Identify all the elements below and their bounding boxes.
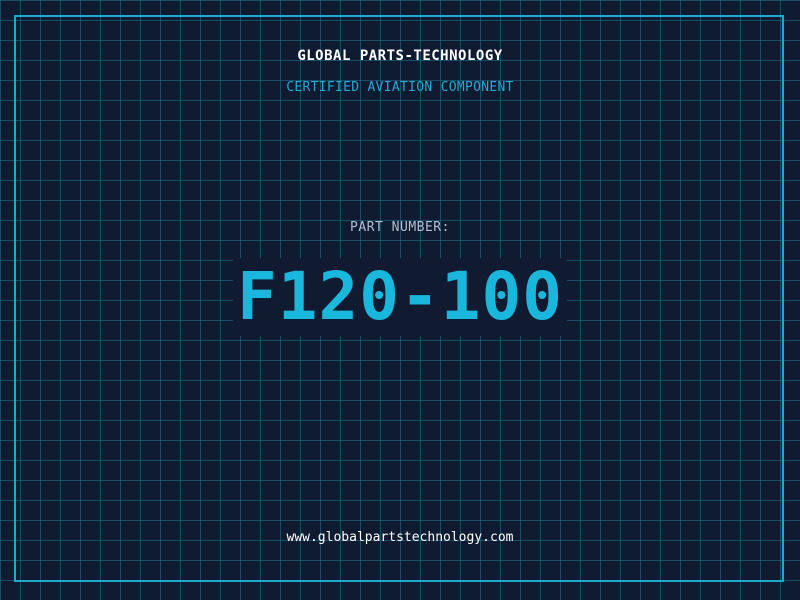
company-name: GLOBAL PARTS-TECHNOLOGY xyxy=(297,48,503,64)
certification-tagline: CERTIFIED AVIATION COMPONENT xyxy=(286,80,514,95)
part-number-value: F120-100 xyxy=(233,258,567,336)
part-number-label: PART NUMBER: xyxy=(350,220,450,235)
website-url: www.globalpartstechnology.com xyxy=(286,530,514,545)
part-number-container: F120-100 xyxy=(0,258,800,336)
label-canvas: GLOBAL PARTS-TECHNOLOGY CERTIFIED AVIATI… xyxy=(0,0,800,600)
